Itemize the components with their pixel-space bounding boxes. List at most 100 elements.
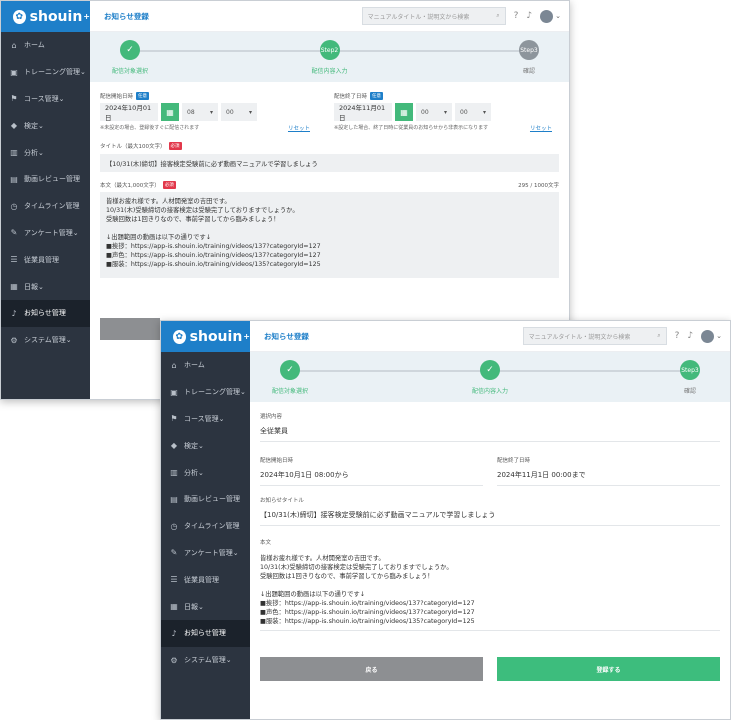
body-label: 本文（最大1,000文字） (100, 183, 160, 189)
end-hour-value: 00 (421, 108, 429, 116)
logo-icon: ✿ (173, 329, 186, 344)
clock-icon: ◷ (170, 521, 178, 531)
body-line: ↓出題範囲の動画は以下の通りです↓ (106, 234, 212, 241)
sidebar-item[interactable]: ▣ トレーニング管理⌄ (1, 59, 90, 86)
title-input[interactable]: 【10/31(木)締切】接客検定受験前に必ず動画マニュアルで学習しましょう (100, 154, 559, 172)
body-line: ■服装：https://app-is.shouin.io/training/vi… (260, 618, 475, 625)
sidebar-item[interactable]: ✎ アンケート管理⌄ (1, 220, 90, 247)
end-date-input[interactable]: 2024年11月01日 (334, 103, 392, 122)
sidebar-item[interactable]: ▦ 日報⌄ (1, 273, 90, 300)
sidebar-item[interactable]: ☰ 従業員管理 (1, 246, 90, 273)
body-line: ■声色：https://app-is.shouin.io/training/vi… (260, 609, 475, 616)
start-hour-select[interactable]: 08 ▾ (182, 103, 218, 121)
sidebar-item-label: トレーニング管理⌄ (184, 388, 246, 397)
content-form: 配信開始日時 任意 2024年10月01日 ▦ 08 ▾ 00 ▾ ※未設定の場合、登… (90, 82, 569, 346)
video-icon: ▣ (10, 67, 18, 77)
sidebar-item-label: 分析⌄ (184, 468, 204, 477)
logo-sup: + (243, 332, 250, 341)
step-3: Step3 確認 (650, 360, 730, 395)
avatar[interactable] (540, 9, 554, 23)
sidebar-item[interactable]: ✎ アンケート管理⌄ (161, 540, 250, 567)
body-group: 本文（最大1,000文字） 必須 295 / 1000文字 皆様お疲れ様です。人材… (100, 181, 559, 278)
body-line: 受験回数は1回きりなので、事前学習してから臨みましょう！ (106, 216, 280, 223)
survey-icon: ✎ (10, 228, 18, 238)
bell-icon: ♪ (171, 628, 177, 638)
optional-badge: 任意 (370, 92, 384, 100)
page-title: お知らせ登録 (264, 331, 309, 341)
chevron-down-icon: ▾ (482, 108, 486, 116)
sidebar-item-label: お知らせ管理 (24, 309, 66, 318)
sidebar-item[interactable]: ◆ 検定⌄ (1, 112, 90, 139)
step-circle: Step3 (519, 40, 539, 60)
logo[interactable]: ✿ shouin + (161, 321, 250, 352)
body-line: ■挨拶：https://app-is.shouin.io/training/vi… (260, 600, 475, 607)
chevron-down-icon[interactable]: ⌄ (555, 12, 561, 20)
search-placeholder: マニュアルタイトル・説明文から検索 (528, 333, 631, 341)
chevron-down-icon[interactable]: ⌄ (716, 332, 722, 340)
sidebar-item[interactable]: ⚑ コース管理⌄ (161, 406, 250, 433)
sidebar-item[interactable]: ☰ 従業員管理 (161, 566, 250, 593)
start-reset-link[interactable]: リセット (288, 124, 310, 132)
help-icon[interactable]: ? (675, 331, 680, 341)
sidebar-item[interactable]: ◷ タイムライン管理 (1, 193, 90, 220)
confirm-content: 選択内容 全従業員 配信開始日時 2024年10月1日 08:00から 配信終了… (250, 402, 730, 681)
sidebar-item[interactable]: ▦ 日報⌄ (161, 593, 250, 620)
sidebar-item-label: お知らせ管理 (184, 629, 226, 638)
body-value: 皆様お疲れ様です。人材開発室の吉田です。 10/31(木)受験締切の接客検定は受験… (260, 546, 720, 631)
end-minute-select[interactable]: 00 ▾ (455, 103, 491, 121)
sidebar-item-label: 検定⌄ (24, 121, 44, 130)
start-minute-select[interactable]: 00 ▾ (221, 103, 257, 121)
step-1: ✓ 配信対象選択 (90, 40, 170, 75)
back-button[interactable]: 戻る (260, 657, 483, 681)
submit-button[interactable]: 登録する (497, 657, 720, 681)
avatar[interactable] (701, 329, 715, 343)
logo[interactable]: ✿ shouin + (1, 1, 90, 32)
bell-icon[interactable]: ♪ (526, 11, 532, 21)
required-badge: 必須 (168, 142, 182, 150)
sidebar-item[interactable]: ▥ 分析⌄ (161, 459, 250, 486)
back-button[interactable] (100, 318, 160, 340)
search-input[interactable]: マニュアルタイトル・説明文から検索 ⌕ (522, 327, 667, 345)
sidebar-item[interactable]: ▤ 動画レビュー管理 (1, 166, 90, 193)
help-icon[interactable]: ? (514, 11, 519, 21)
sidebar-item[interactable]: ◆ 検定⌄ (161, 432, 250, 459)
start-date-input[interactable]: 2024年10月01日 (100, 103, 158, 122)
body-textarea[interactable]: 皆様お疲れ様です。人材開発室の吉田です。 10/31(木)受験締切の接客検定は受験… (100, 192, 559, 278)
sidebar-item[interactable]: ⌂ ホーム (1, 32, 90, 59)
sidebar-item[interactable]: ♪ お知らせ管理 (161, 619, 250, 647)
sidebar-item-label: アンケート管理⌄ (184, 548, 239, 557)
sidebar-item[interactable]: ▣ トレーニング管理⌄ (161, 379, 250, 406)
end-reset-link[interactable]: リセット (530, 124, 552, 132)
search-icon[interactable]: ⌕ (496, 12, 499, 20)
sidebar-item-label: ホーム (24, 41, 45, 50)
sidebar-item-label: アンケート管理⌄ (24, 228, 79, 237)
sidebar-item[interactable]: ⚙ システム管理⌄ (1, 327, 90, 354)
start-label: 配信開始日時 (260, 458, 294, 464)
logo-text: shouin (189, 328, 243, 345)
film-icon: ▤ (170, 494, 178, 504)
video-icon: ▣ (170, 387, 178, 397)
calendar-icon[interactable]: ▦ (161, 103, 179, 121)
film-icon: ▤ (10, 174, 18, 184)
graduation-cap-icon: ◆ (10, 121, 18, 131)
calendar-icon[interactable]: ▦ (395, 103, 413, 121)
bell-icon[interactable]: ♪ (687, 331, 693, 341)
sidebar-item[interactable]: ♪ お知らせ管理 (1, 299, 90, 327)
graduation-cap-icon: ◆ (170, 441, 178, 451)
search-icon[interactable]: ⌕ (657, 332, 660, 340)
end-hour-select[interactable]: 00 ▾ (416, 103, 452, 121)
sidebar-item[interactable]: ⚙ システム管理⌄ (161, 647, 250, 674)
search-input[interactable]: マニュアルタイトル・説明文から検索 ⌕ (361, 7, 506, 25)
flag-icon: ⚑ (170, 414, 178, 424)
step-3: Step3 確認 (489, 40, 569, 75)
top-bar: お知らせ登録 マニュアルタイトル・説明文から検索 ⌕ ? ♪ ⌄ (250, 321, 730, 352)
sidebar-item[interactable]: ◷ タイムライン管理 (161, 513, 250, 540)
step-label: 配信内容入力 (311, 68, 348, 75)
sidebar-item[interactable]: ▥ 分析⌄ (1, 139, 90, 166)
sidebar-item-label: タイムライン管理 (24, 202, 80, 211)
sidebar-item[interactable]: ⚑ コース管理⌄ (1, 86, 90, 113)
sidebar-item[interactable]: ⌂ ホーム (161, 352, 250, 379)
char-count: 295 / 1000文字 (518, 183, 559, 189)
target-value: 全従業員 (260, 420, 720, 442)
sidebar-item[interactable]: ▤ 動画レビュー管理 (161, 486, 250, 513)
